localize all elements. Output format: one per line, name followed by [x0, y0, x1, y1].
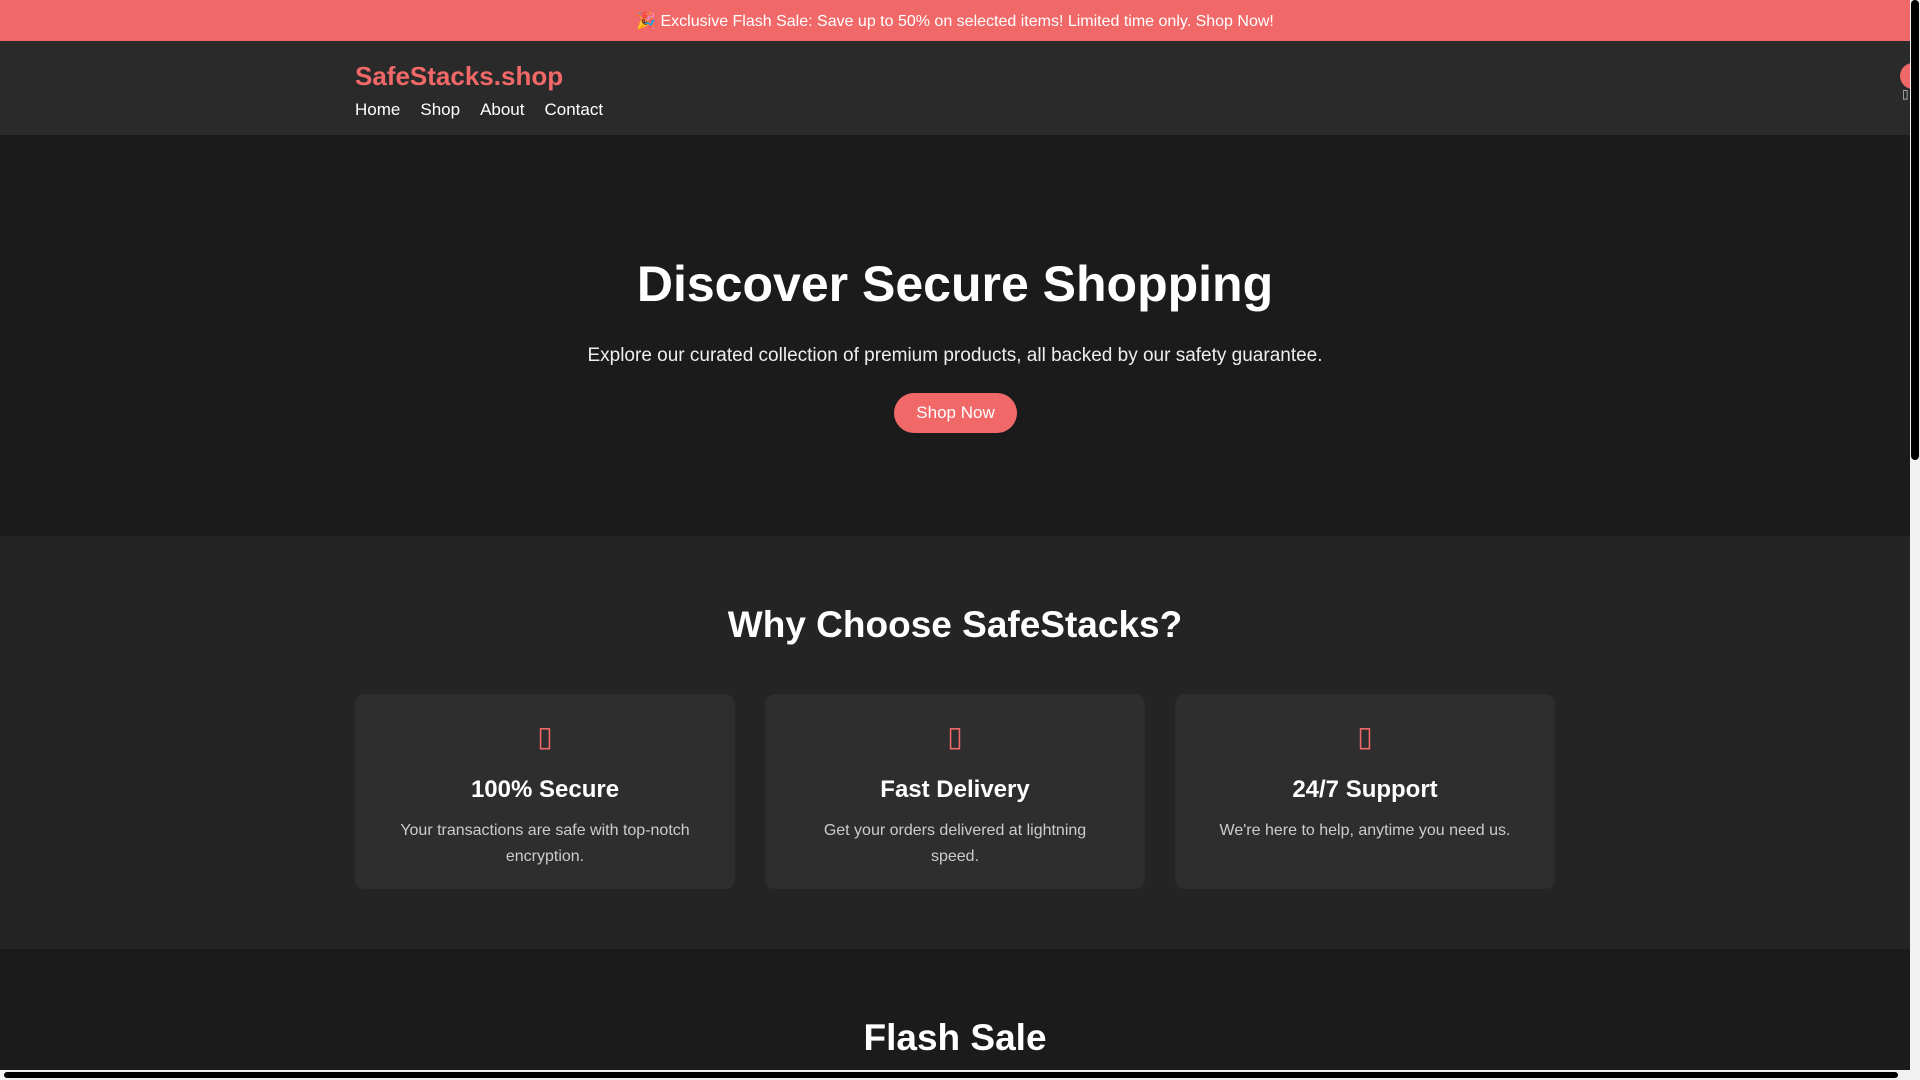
promo-banner[interactable]: 🎉 Exclusive Flash Sale: Save up to 50% o… [0, 0, 1910, 41]
nav-link-shop[interactable]: Shop [420, 100, 460, 120]
cart-count-badge: 0 [1900, 63, 1910, 89]
cart-button[interactable]: 0 ▯ [1900, 63, 1910, 101]
feature-description: We're here to help, anytime you need us. [1219, 822, 1511, 839]
shop-now-button[interactable]: Shop Now [894, 393, 1017, 433]
feature-card-secure: ▯ 100% Secure Your transactions are safe… [355, 694, 735, 889]
main-nav: Home Shop About Contact [355, 100, 603, 120]
truck-icon: ▯ [947, 721, 963, 752]
features-section: Why Choose SafeStacks? ▯ 100% Secure You… [0, 536, 1910, 949]
features-title: Why Choose SafeStacks? [727, 604, 1183, 645]
hero-section: Discover Secure Shopping Explore our cur… [0, 135, 1910, 536]
hero-title: Discover Secure Shopping [636, 256, 1274, 312]
vertical-scrollbar-thumb[interactable] [1911, 0, 1919, 460]
vertical-scrollbar[interactable] [1910, 0, 1920, 1080]
feature-card-support: ▯ 24/7 Support We're here to help, anyti… [1175, 694, 1555, 889]
cart-icon: ▯ [1902, 87, 1909, 101]
feature-description: Get your orders delivered at lightning s… [823, 822, 1087, 865]
feature-title: 100% Secure [470, 776, 620, 803]
feature-description: Your transactions are safe with top-notc… [400, 822, 690, 865]
horizontal-scrollbar[interactable] [0, 1070, 1910, 1080]
site-header: SafeStacks.shop Home Shop About Contact … [0, 41, 1910, 135]
promo-text[interactable]: 🎉 Exclusive Flash Sale: Save up to 50% o… [636, 11, 1274, 31]
page: 🎉 Exclusive Flash Sale: Save up to 50% o… [0, 0, 1910, 1080]
nav-link-home[interactable]: Home [355, 100, 400, 120]
feature-card-delivery: ▯ Fast Delivery Get your orders delivere… [765, 694, 1145, 889]
horizontal-scrollbar-thumb[interactable] [4, 1072, 1898, 1078]
brand-logo[interactable]: SafeStacks.shop [355, 61, 563, 92]
headset-icon: ▯ [1357, 721, 1373, 752]
shield-icon: ▯ [537, 721, 553, 752]
feature-title: 24/7 Support [1292, 776, 1438, 803]
feature-title: Fast Delivery [880, 776, 1030, 803]
flash-sale-title: Flash Sale [863, 1017, 1047, 1058]
nav-link-contact[interactable]: Contact [545, 100, 604, 120]
hero-subtitle: Explore our curated collection of premiu… [587, 345, 1323, 366]
nav-link-about[interactable]: About [480, 100, 524, 120]
flash-sale-section: Flash Sale [0, 949, 1910, 1080]
